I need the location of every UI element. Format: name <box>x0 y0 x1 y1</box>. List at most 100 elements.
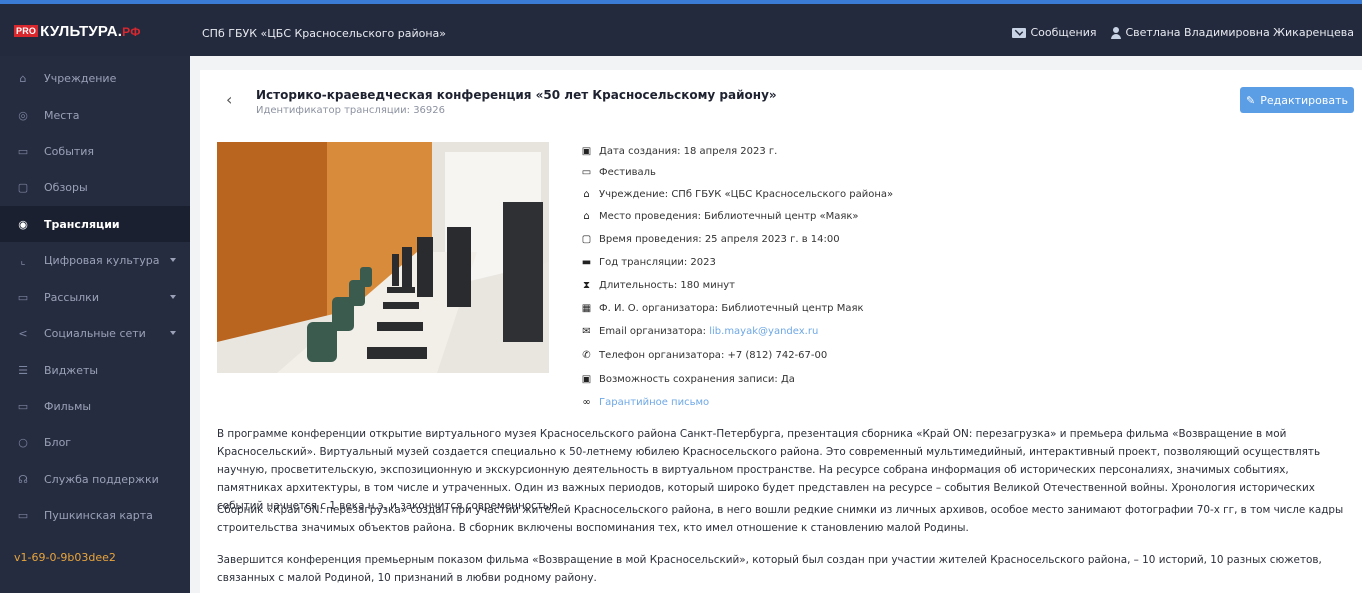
document-icon: ▢ <box>17 180 29 194</box>
chevron-down-icon <box>170 258 176 262</box>
sidebar-item-events[interactable]: ▭ События <box>0 133 190 169</box>
sidebar-item-label: Пушкинская карта <box>44 508 153 522</box>
location-icon: ◎ <box>18 108 28 122</box>
description-paragraph: Сборник «Край ON: перезагрузка» создан п… <box>217 504 1344 534</box>
detail-text: Учреждение: СПб ГБУК «ЦБС Красносельског… <box>599 188 894 200</box>
detail-time: ▢ Время проведения: 25 апреля 2023 г. в … <box>580 231 840 247</box>
blog-icon: ○ <box>18 435 28 449</box>
sidebar-item-institution[interactable]: ⌂ Учреждение <box>0 60 190 96</box>
user-icon <box>1110 26 1121 39</box>
sidebar-item-broadcasts[interactable]: ◉ Трансляции <box>0 206 190 242</box>
home-icon: ⌂ <box>19 71 27 85</box>
broadcast-photo <box>217 142 549 373</box>
calendar-outline-icon: ▢ <box>581 233 592 245</box>
sidebar-item-places[interactable]: ◎ Места <box>0 97 190 133</box>
card-icon: ▭ <box>17 508 29 522</box>
logo-rf: РФ <box>122 25 141 39</box>
hourglass-icon: ⧗ <box>582 279 591 291</box>
sidebar-item-label: Фильмы <box>44 399 92 413</box>
detail-save-recording: ▣ Возможность сохранения записи: Да <box>580 371 795 387</box>
chevron-down-icon <box>170 295 176 299</box>
sidebar-item-label: Учреждение <box>44 71 117 85</box>
calendar-icon: ▭ <box>17 144 29 158</box>
detail-text: Год трансляции: 2023 <box>599 256 716 268</box>
detail-organizer: ▦ Ф. И. О. организатора: Библиотечный це… <box>580 300 864 316</box>
sidebar-item-films[interactable]: ▭ Фильмы <box>0 388 190 424</box>
sidebar-item-support[interactable]: ☊ Служба поддержки <box>0 461 190 497</box>
home-icon: ⌂ <box>583 210 590 222</box>
sidebar-item-widgets[interactable]: ☰ Виджеты <box>0 352 190 388</box>
detail-text: Ф. И. О. организатора: Библиотечный цент… <box>599 302 864 314</box>
detail-duration: ⧗ Длительность: 180 минут <box>580 277 735 293</box>
calendar-icon: ▣ <box>581 145 592 157</box>
guarantee-letter-link[interactable]: Гарантийное письмо <box>599 397 709 408</box>
app-version: v1-69-0-9b03dee2 <box>14 551 116 564</box>
detail-creation-date: ▣ Дата создания: 18 апреля 2023 г. <box>580 143 778 159</box>
detail-email: ✉ Email организатора: lib.mayak@yandex.r… <box>580 323 818 339</box>
detail-text: Время проведения: 25 апреля 2023 г. в 14… <box>599 233 840 245</box>
sidebar-item-reviews[interactable]: ▢ Обзоры <box>0 169 190 205</box>
pencil-icon: ✎ <box>1246 93 1256 107</box>
calendar-filled-icon: ▬ <box>581 256 592 268</box>
home-icon: ⌂ <box>583 188 590 200</box>
digital-icon: ⌞ <box>20 253 26 267</box>
film-icon: ▭ <box>17 399 29 413</box>
sidebar-item-label: Рассылки <box>44 290 99 304</box>
id-card-icon: ▦ <box>581 302 592 314</box>
logo-pro: PRO <box>14 25 39 37</box>
sidebar-item-label: Места <box>44 108 80 122</box>
detail-text: Телефон организатора: +7 (812) 742-67-00 <box>599 349 828 361</box>
broadcast-icon: ◉ <box>18 217 28 231</box>
organization-name[interactable]: СПб ГБУК «ЦБС Красносельского района» <box>202 27 446 40</box>
detail-year: ▬ Год трансляции: 2023 <box>580 254 716 270</box>
sidebar-item-label: Трансляции <box>44 217 120 231</box>
sidebar-item-mailings[interactable]: ▭ Рассылки <box>0 279 190 315</box>
detail-text: Длительность: 180 минут <box>599 279 735 291</box>
user-name[interactable]: Светлана Владимировна Жикаренцева <box>1126 26 1355 39</box>
detail-category: ▭ Фестиваль <box>580 164 656 180</box>
support-icon: ☊ <box>18 472 28 486</box>
detail-text: Фестиваль <box>599 166 656 178</box>
detail-text: Email организатора: <box>599 325 707 337</box>
envelope-icon: ✉ <box>582 325 591 337</box>
detail-text: Дата создания: 18 апреля 2023 г. <box>599 145 778 157</box>
detail-guarantee-letter: ∞ Гарантийное письмо <box>580 394 709 410</box>
messages-link[interactable]: Сообщения <box>1030 26 1096 39</box>
logo-text: КУЛЬТУРА. <box>40 23 123 40</box>
page-title: Историко-краеведческая конференция «50 л… <box>256 88 777 102</box>
sidebar-item-blog[interactable]: ○ Блог <box>0 424 190 460</box>
sidebar-item-label: Виджеты <box>44 363 99 377</box>
sidebar-item-label: Служба поддержки <box>44 472 159 486</box>
sidebar-item-digital-culture[interactable]: ⌞ Цифровая культура <box>0 242 190 278</box>
save-icon: ▣ <box>581 373 592 385</box>
mailing-icon: ▭ <box>17 290 29 304</box>
detail-institution: ⌂ Учреждение: СПб ГБУК «ЦБС Красносельск… <box>580 186 893 202</box>
description-paragraph: Завершится конференция премьерным показо… <box>217 554 1322 584</box>
organizer-email-link[interactable]: lib.mayak@yandex.ru <box>709 326 818 337</box>
envelope-icon <box>1012 27 1027 38</box>
sidebar: ⌂ Учреждение ◎ Места ▭ События ▢ Обзоры … <box>0 56 190 593</box>
share-icon: < <box>18 326 28 340</box>
chevron-down-icon <box>170 331 176 335</box>
edit-button[interactable]: ✎ Редактировать <box>1240 87 1354 113</box>
header-right: Сообщения Светлана Владимировна Жикаренц… <box>1012 26 1354 39</box>
logo[interactable]: PRO КУЛЬТУРА.РФ <box>14 23 141 40</box>
sidebar-item-social-networks[interactable]: < Социальные сети <box>0 315 190 351</box>
detail-venue: ⌂ Место проведения: Библиотечный центр «… <box>580 208 859 224</box>
phone-icon: ✆ <box>582 349 591 361</box>
folder-icon: ▭ <box>581 166 592 178</box>
detail-phone: ✆ Телефон организатора: +7 (812) 742-67-… <box>580 347 827 363</box>
broadcast-id: Идентификатор трансляции: 36926 <box>256 105 446 116</box>
sidebar-item-label: Блог <box>44 435 72 449</box>
detail-text: Возможность сохранения записи: Да <box>599 373 795 385</box>
sidebar-item-label: Обзоры <box>44 180 88 194</box>
edit-button-label: Редактировать <box>1260 93 1348 107</box>
top-header: PRO КУЛЬТУРА.РФ СПб ГБУК «ЦБС Красносельс… <box>0 4 1362 56</box>
sidebar-item-label: События <box>44 144 95 158</box>
widget-icon: ☰ <box>18 363 28 377</box>
sidebar-item-pushkin-card[interactable]: ▭ Пушкинская карта <box>0 497 190 533</box>
detail-text: Место проведения: Библиотечный центр «Ма… <box>599 210 859 222</box>
back-button[interactable]: ‹ <box>226 90 232 109</box>
sidebar-item-label: Социальные сети <box>44 326 146 340</box>
link-icon: ∞ <box>582 396 591 408</box>
